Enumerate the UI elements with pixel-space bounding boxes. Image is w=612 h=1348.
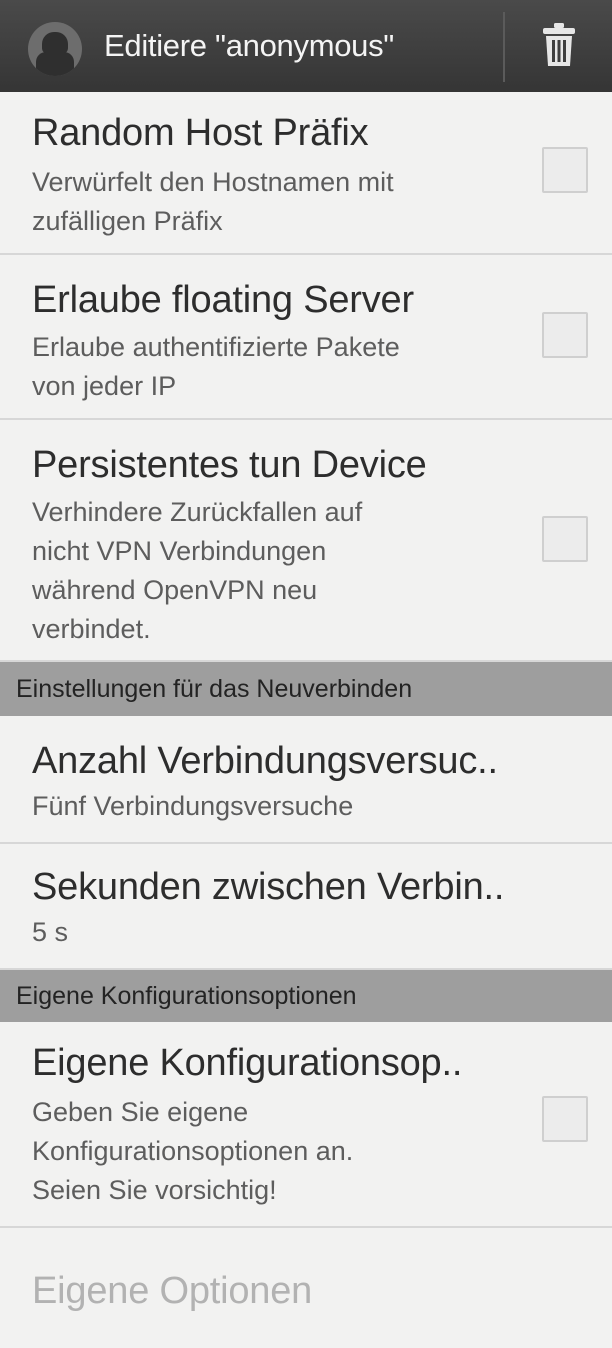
- pref-summary: Fünf Verbindungsversuche: [32, 791, 354, 821]
- section-header-custom: Eigene Konfigurationsoptionen: [0, 970, 612, 1022]
- pref-summary: 5 s: [32, 917, 69, 947]
- pref-custom-options[interactable]: Eigene Konfigurationsop.. Geben Sie eige…: [0, 1022, 612, 1228]
- pref-title: Anzahl Verbindungsversuc..: [32, 740, 498, 782]
- pref-seconds-between[interactable]: Sekunden zwischen Verbin.. 5 s: [0, 844, 612, 970]
- preference-list: Random Host Präfix Verwürfelt den Hostna…: [0, 92, 612, 1348]
- pref-summary: Geben Sie eigene Konfigurationsoptionen …: [32, 1097, 354, 1205]
- action-bar: Editiere "anonymous": [0, 0, 612, 92]
- random-host-prefix-checkbox[interactable]: [542, 147, 588, 193]
- pref-connection-retries[interactable]: Anzahl Verbindungsversuc.. Fünf Verbindu…: [0, 716, 612, 844]
- action-bar-divider: [503, 12, 505, 82]
- pref-random-host-prefix[interactable]: Random Host Präfix Verwürfelt den Hostna…: [0, 92, 612, 255]
- pref-title: Random Host Präfix: [32, 112, 369, 154]
- pref-title: Sekunden zwischen Verbin..: [32, 866, 505, 908]
- section-header-reconnect: Einstellungen für das Neuverbinden: [0, 662, 612, 716]
- trash-icon[interactable]: [541, 22, 577, 68]
- pref-custom-options-editor: Eigene Optionen: [0, 1228, 612, 1348]
- pref-title: Erlaube floating Server: [32, 279, 414, 321]
- floating-server-checkbox[interactable]: [542, 312, 588, 358]
- page-title: Editiere "anonymous": [104, 28, 394, 63]
- pref-persistent-tun[interactable]: Persistentes tun Device Verhindere Zurüc…: [0, 420, 612, 662]
- pref-title: Persistentes tun Device: [32, 444, 427, 486]
- pref-title-disabled: Eigene Optionen: [32, 1270, 313, 1312]
- pref-summary: Verhindere Zurückfallen auf nicht VPN Ve…: [32, 497, 363, 644]
- android-user-icon[interactable]: [28, 22, 82, 76]
- custom-options-checkbox[interactable]: [542, 1096, 588, 1142]
- pref-floating-server[interactable]: Erlaube floating Server Erlaube authenti…: [0, 255, 612, 420]
- pref-summary: Verwürfelt den Hostnamen mit zufälligen …: [32, 167, 394, 236]
- pref-title: Eigene Konfigurationsop..: [32, 1042, 463, 1084]
- persistent-tun-checkbox[interactable]: [542, 516, 588, 562]
- pref-summary: Erlaube authentifizierte Pakete von jede…: [32, 332, 400, 401]
